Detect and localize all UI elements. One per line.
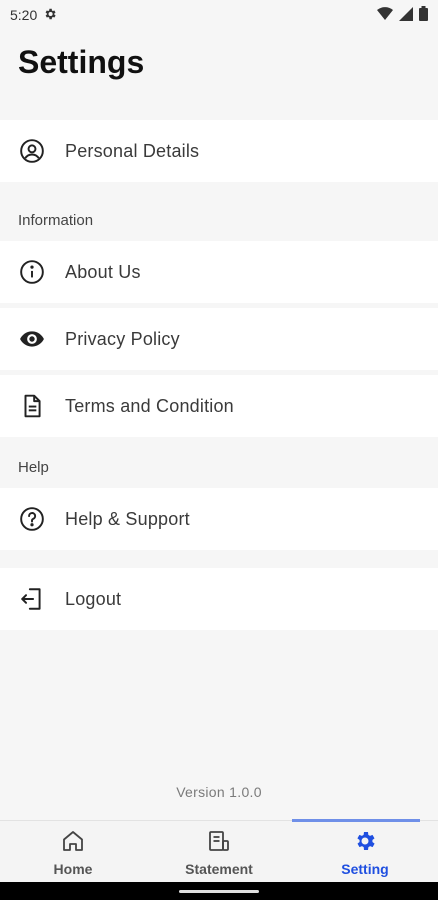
page-title: Settings xyxy=(18,44,145,80)
tab-home[interactable]: Home xyxy=(0,821,146,882)
help-support-label: Help & Support xyxy=(65,508,190,529)
status-bar: 5:20 xyxy=(0,0,438,30)
personal-details-label: Personal Details xyxy=(65,140,200,161)
section-information: Information xyxy=(18,212,94,229)
statement-icon xyxy=(207,829,231,858)
tab-statement[interactable]: Statement xyxy=(146,821,292,882)
privacy-policy-item[interactable]: Privacy Policy xyxy=(0,308,438,370)
home-indicator[interactable] xyxy=(179,890,259,893)
tab-setting[interactable]: Setting xyxy=(292,819,438,882)
battery-icon xyxy=(419,6,428,24)
logout-item[interactable]: Logout xyxy=(0,568,438,630)
personal-details-item[interactable]: Personal Details xyxy=(0,120,438,182)
terms-item[interactable]: Terms and Condition xyxy=(0,375,438,437)
home-icon xyxy=(61,829,85,858)
about-us-label: About Us xyxy=(65,261,141,282)
logout-icon xyxy=(19,586,45,612)
help-support-item[interactable]: Help & Support xyxy=(0,488,438,550)
status-time: 5:20 xyxy=(10,7,38,23)
logout-label: Logout xyxy=(65,588,122,609)
account-circle-icon xyxy=(19,138,45,164)
document-icon xyxy=(19,393,45,419)
version-text: Version 1.0.0 xyxy=(176,784,262,800)
gear-icon xyxy=(353,829,377,858)
gear-icon xyxy=(43,7,57,24)
tab-home-label: Home xyxy=(53,861,93,877)
info-icon xyxy=(19,259,45,285)
wifi-icon xyxy=(377,6,393,24)
signal-icon xyxy=(399,6,413,24)
eye-icon xyxy=(19,326,45,352)
privacy-policy-label: Privacy Policy xyxy=(65,328,180,349)
bottom-nav: Home Statement Setting xyxy=(0,819,438,882)
tab-setting-label: Setting xyxy=(341,861,389,877)
gesture-bar xyxy=(0,882,438,900)
section-help: Help xyxy=(18,459,49,476)
about-us-item[interactable]: About Us xyxy=(0,241,438,303)
terms-label: Terms and Condition xyxy=(65,395,234,416)
help-circle-icon xyxy=(19,506,45,532)
tab-statement-label: Statement xyxy=(185,861,253,877)
